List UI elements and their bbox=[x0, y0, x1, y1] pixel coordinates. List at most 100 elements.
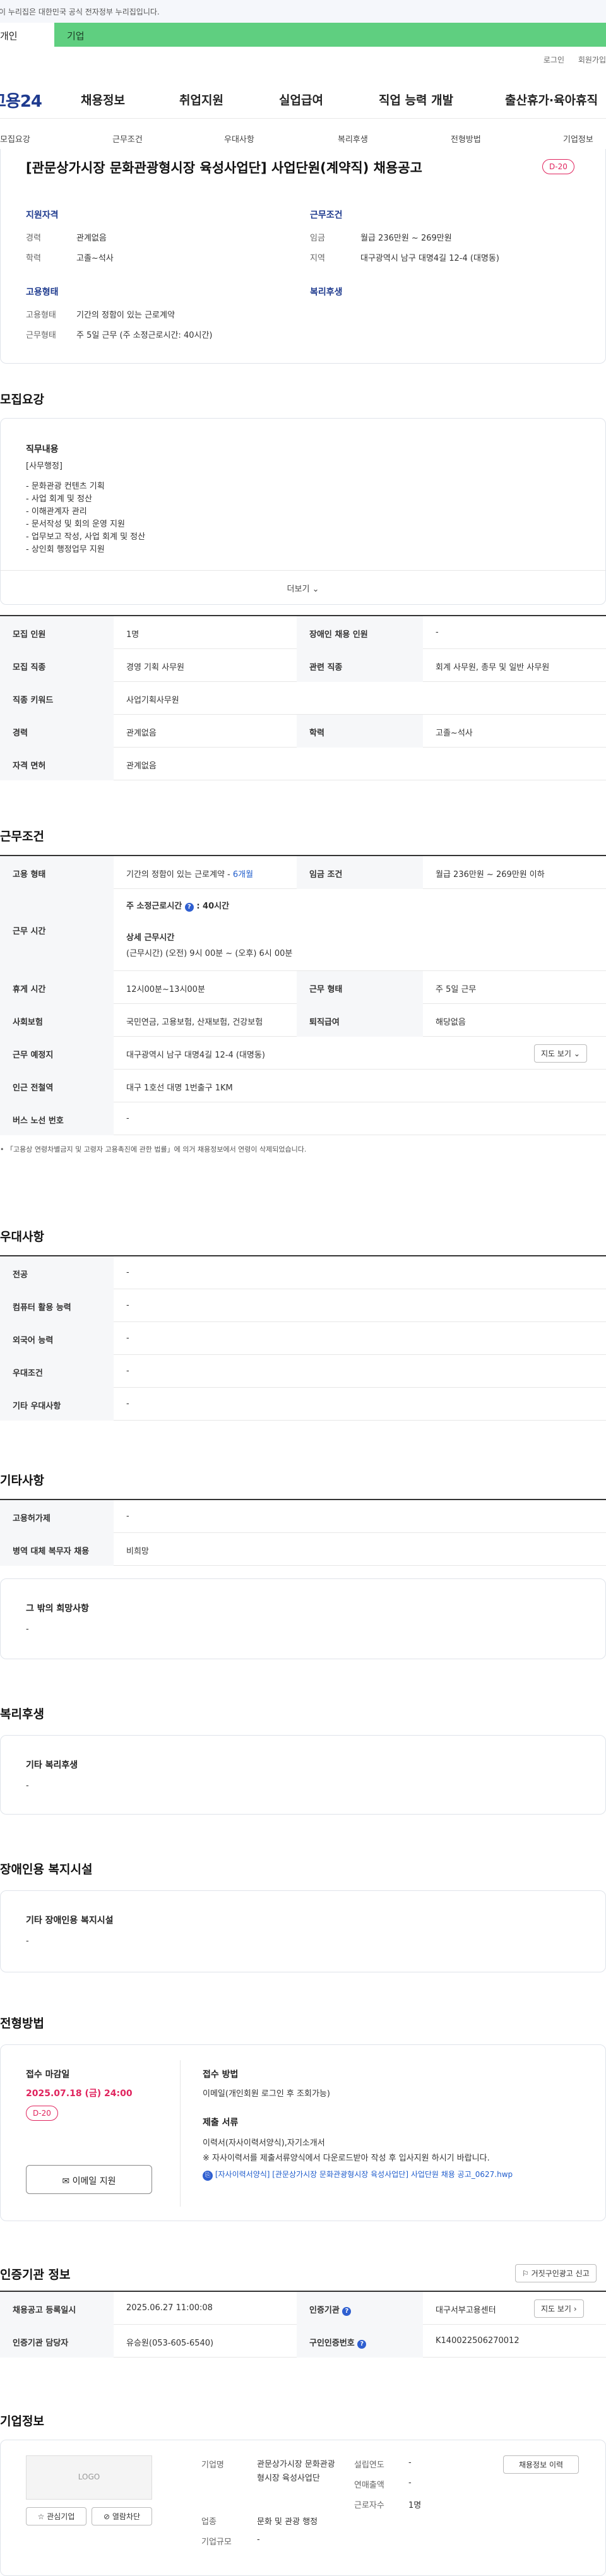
gnb-item-unemployment-benefit[interactable]: 실업급여 bbox=[279, 91, 323, 108]
snb-preference[interactable]: 우대사항 bbox=[224, 133, 254, 145]
block-company-button[interactable]: ⊘ 열람차단 bbox=[92, 2507, 152, 2525]
duty-card: 직무내용 [사무행정] - 문화관광 컨텐츠 기획 - 사업 회계 및 정산 -… bbox=[0, 418, 606, 605]
wish-heading: 그 밖의 희망사항 bbox=[26, 1604, 89, 1614]
snb-recruit[interactable]: 모집요강 bbox=[0, 133, 30, 145]
siren-icon: ⚐ bbox=[522, 2269, 529, 2278]
table-cell: - bbox=[126, 1366, 129, 1376]
table-header: 채용공고 등록일시 bbox=[0, 2292, 114, 2325]
gnb-item-employment-support[interactable]: 취업지원 bbox=[179, 91, 223, 108]
gov-notice-text: 이 누리집은 대한민국 공식 전자정부 누리집입니다. bbox=[0, 8, 160, 16]
job-summary-card: [관문상가시장 문화관광형시장 육성사업단] 사업단원(계약직) 채용공고 D-… bbox=[0, 149, 606, 364]
table-header: 고용허가제 bbox=[0, 1500, 114, 1533]
tab-person-label: 개인 bbox=[0, 30, 18, 42]
table-cell: - bbox=[126, 1333, 129, 1343]
agency-heading: 인증기관 정보 bbox=[0, 2268, 71, 2282]
disabled-heading: 장애인용 복지시설 bbox=[0, 1863, 93, 1876]
table-header: 임금 조건 bbox=[297, 856, 423, 889]
edu-value: 고졸~석사 bbox=[76, 254, 114, 263]
career-label: 경력 bbox=[26, 234, 41, 243]
gnb-item-jobs[interactable]: 채용정보 bbox=[81, 91, 125, 108]
table-row: 채용공고 등록일시 2025.06.27 11:00:08 인증기관 ? 대구서… bbox=[0, 2292, 606, 2325]
table-cell: 사업기획사무원 bbox=[126, 696, 179, 705]
report-fake-ad-button[interactable]: ⚐ 거짓구인광고 신고 bbox=[515, 2264, 597, 2282]
req-label: 구인인증번호 bbox=[309, 2339, 355, 2348]
table-cell: 고졸~석사 bbox=[436, 729, 473, 738]
info-icon[interactable]: ? bbox=[357, 2340, 367, 2349]
disabled-card: 기타 장애인용 복지시설 - bbox=[0, 1890, 606, 1972]
table-cell: 관계없음 bbox=[126, 729, 157, 738]
join-link[interactable]: 회원가입 bbox=[578, 56, 606, 64]
table-header: 컴퓨터 활용 능력 bbox=[0, 1289, 114, 1322]
agency-map-button[interactable]: 지도 보기 › bbox=[534, 2299, 584, 2318]
emptype-text: 기간의 정함이 있는 근로계약 - bbox=[126, 870, 230, 880]
duty-text: [사무행정] - 문화관광 컨텐츠 기획 - 사업 회계 및 정산 - 이해관계… bbox=[26, 460, 145, 556]
deadline-heading: 접수 마감일 bbox=[26, 2070, 70, 2080]
emptype-months: 6개월 bbox=[232, 870, 254, 880]
info-icon[interactable]: ? bbox=[342, 2307, 352, 2316]
disabled-box-heading: 기타 장애인용 복지시설 bbox=[26, 1916, 114, 1926]
table-cell: 주 소정근로시간 ? : 40시간 상세 근무시간 (근무시간) (오전) 9시… bbox=[114, 889, 606, 971]
etc-heading: 기타사항 bbox=[0, 1474, 44, 1488]
table-row: 사회보험 국민연금, 고용보험, 산재보험, 건강보험 퇴직급여 해당없음 bbox=[0, 1004, 606, 1037]
site-logo[interactable]: 고용24 bbox=[0, 88, 42, 112]
login-link[interactable]: 로그인 bbox=[544, 56, 564, 64]
map-button[interactable]: 지도 보기 ⌄ bbox=[534, 1044, 587, 1063]
welfare-heading: 복리후생 bbox=[310, 287, 343, 297]
area-value: 대구광역시 남구 대명4길 12-4 (대명동) bbox=[360, 254, 499, 263]
more-label: 더보기 bbox=[287, 585, 310, 594]
block-label: 열람차단 bbox=[112, 2512, 141, 2521]
chevron-right-icon: › bbox=[573, 2305, 577, 2313]
snb-company[interactable]: 기업정보 bbox=[563, 133, 593, 145]
table-row: 우대조건 - bbox=[0, 1355, 606, 1388]
conditions-heading: 근무조건 bbox=[0, 830, 44, 844]
staff-value: 1명 bbox=[408, 2501, 422, 2510]
table-cell: 기간의 정함이 있는 근로계약 - 6개월 bbox=[114, 856, 297, 889]
duty-line: - 업무보고 작성, 사업 회계 및 정산 bbox=[26, 532, 146, 542]
block-icon: ⊘ bbox=[103, 2512, 110, 2521]
welfare-box-value: - bbox=[26, 1781, 29, 1791]
tab-person[interactable]: 개인 bbox=[0, 23, 54, 47]
gnb-item-training[interactable]: 직업 능력 개발 bbox=[379, 91, 453, 108]
email-apply-button[interactable]: ✉ 이메일 지원 bbox=[26, 2165, 152, 2194]
table-cell: - bbox=[126, 1512, 129, 1521]
favorite-company-button[interactable]: ☆ 관심기업 bbox=[26, 2507, 86, 2525]
table-cell: 대구광역시 남구 대명4길 12-4 (대명동) bbox=[126, 1051, 265, 1060]
favorite-label: 관심기업 bbox=[47, 2512, 75, 2521]
table-cell: 해당없음 bbox=[436, 1018, 466, 1027]
snb-selection[interactable]: 전형방법 bbox=[451, 133, 481, 145]
section-nav: 모집요강 근무조건 우대사항 복리후생 전형방법 기업정보 bbox=[0, 124, 606, 152]
hire-history-button[interactable]: 채용정보 이력 bbox=[503, 2455, 579, 2474]
age-note-text: 「고용상 연령차별금지 및 고령자 고용촉진에 관한 법률」에 의거 채용정보에… bbox=[6, 1145, 307, 1154]
company-logo: LOGO bbox=[26, 2455, 152, 2500]
snb-welfare[interactable]: 복리후생 bbox=[338, 133, 368, 145]
info-icon[interactable]: ? bbox=[184, 903, 194, 912]
global-nav: 고용24 채용정보 취업지원 실업급여 직업 능력 개발 출산휴가·육아휴직 bbox=[0, 77, 606, 119]
table-cell: 1명 bbox=[126, 630, 140, 640]
hours-detail-heading: 상세 근무시간 bbox=[126, 933, 175, 943]
emp-heading: 고용형태 bbox=[26, 287, 59, 297]
table-cell: - bbox=[126, 1301, 129, 1310]
table-header: 퇴직급여 bbox=[297, 1004, 423, 1037]
tab-company[interactable]: 기업 bbox=[54, 23, 606, 47]
table-header: 휴게 시간 bbox=[0, 971, 114, 1004]
table-row: 기타 우대사항 - bbox=[0, 1388, 606, 1421]
tab-company-label: 기업 bbox=[67, 30, 85, 42]
table-row: 고용허가제 - bbox=[0, 1500, 606, 1533]
attachment-link[interactable]: ⎘ [자사이력서양식] [관문상가시장 문화관광형시장 육성사업단] 사업단원 … bbox=[203, 2169, 513, 2181]
table-cell: 국민연금, 고용보험, 산재보험, 건강보험 bbox=[126, 1018, 263, 1027]
wish-card: 그 밖의 희망사항 - bbox=[0, 1578, 606, 1659]
welfare-box-heading: 기타 복리후생 bbox=[26, 1760, 78, 1770]
wage-value: 월급 236만원 ~ 269만원 bbox=[360, 234, 452, 243]
company-card: LOGO ☆ 관심기업 ⊘ 열람차단 기업명 관문상가시장 문화관광형시장 육성… bbox=[0, 2440, 606, 2576]
hours-week-value: : 40시간 bbox=[196, 902, 230, 911]
user-type-tabs: 개인 기업 bbox=[0, 23, 606, 47]
table-header: 인증기관 담당자 bbox=[0, 2325, 114, 2358]
snb-conditions[interactable]: 근무조건 bbox=[112, 133, 143, 145]
more-button[interactable]: 더보기 ⌄ bbox=[1, 570, 605, 604]
docs-note: ※ 자사이력서를 제출서류양식에서 다운로드받아 작성 후 입사지원 하시기 바… bbox=[203, 2154, 490, 2163]
hours-detail-value: (근무시간) (오전) 9시 00분 ~ (오후) 6시 00분 bbox=[126, 949, 293, 958]
table-header: 병역 대체 복무자 채용 bbox=[0, 1533, 114, 1566]
table-header: 우대조건 bbox=[0, 1355, 114, 1388]
table-header: 고용 형태 bbox=[0, 856, 114, 889]
gnb-item-parental-leave[interactable]: 출산휴가·육아휴직 bbox=[505, 91, 598, 108]
